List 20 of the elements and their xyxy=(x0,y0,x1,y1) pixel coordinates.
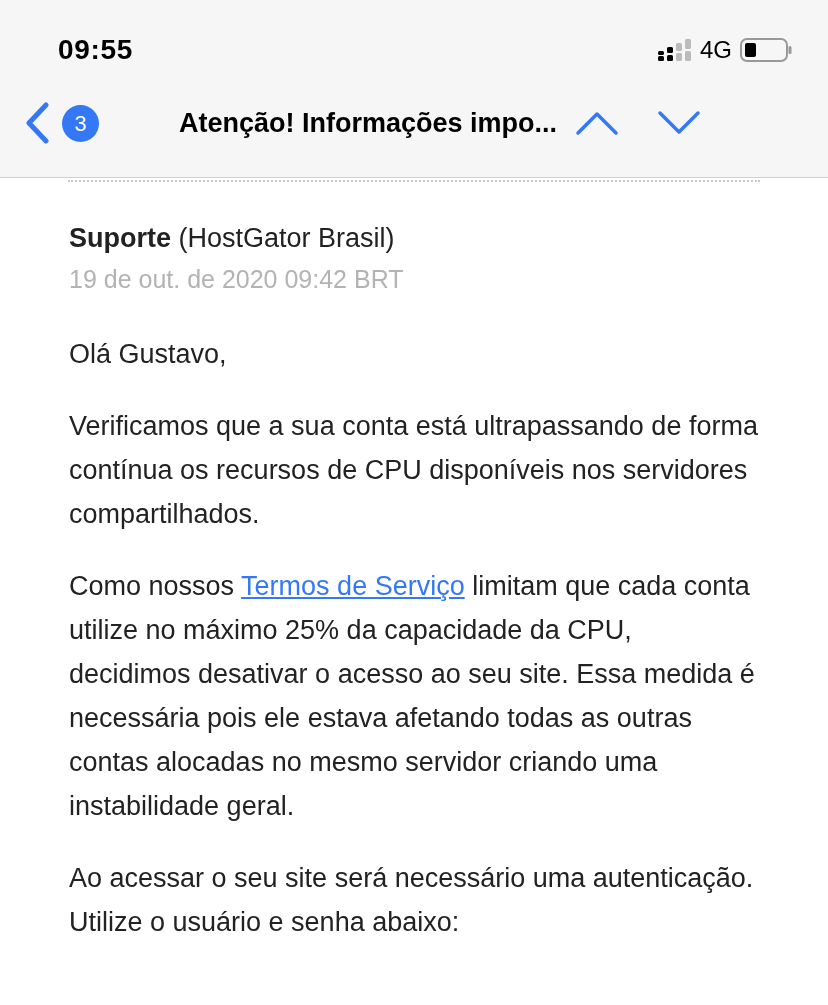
network-label: 4G xyxy=(700,35,732,65)
unread-badge: 3 xyxy=(62,104,99,142)
message-date: 19 de out. de 2020 09:42 BRT xyxy=(69,264,405,295)
terms-link[interactable]: Termos de Serviço xyxy=(241,571,465,601)
previous-message-button[interactable] xyxy=(575,110,620,136)
signal-icon xyxy=(658,39,692,61)
body-paragraph: Ao acessar o seu site será necessário uma autenticação. Utilize o usuário e senha abaixo: xyxy=(69,862,755,939)
chevron-down-icon xyxy=(657,110,702,136)
body-paragraph: Verificamos que a sua conta está ultrapassando de forma contínua os recursos de CPU disponíveis nos servidores compartilhados. xyxy=(69,410,759,531)
next-message-button[interactable] xyxy=(657,110,702,136)
back-button[interactable]: 3 xyxy=(24,102,99,144)
chevron-up-icon xyxy=(575,110,620,136)
status-time: 09:55 xyxy=(58,33,134,67)
greeting-text: Olá Gustavo, xyxy=(69,338,228,371)
battery-icon xyxy=(740,38,792,62)
sender-organization: (HostGator Brasil) xyxy=(178,223,395,253)
sender-name: Suporte xyxy=(69,223,171,253)
message-subject-title: Atenção! Informações impo... xyxy=(179,106,558,140)
back-chevron-icon xyxy=(24,102,50,144)
body-paragraph: Como nossos Termos de Serviço limitam que cada conta utilize no máximo 25% da capacidade da CPU, decidimos desativar o acesso ao seu site. Essa medida é necessária pois ele estava afetando todas as outras contas alocadas no mesmo servidor criando uma instabilidade geral. xyxy=(69,570,756,823)
